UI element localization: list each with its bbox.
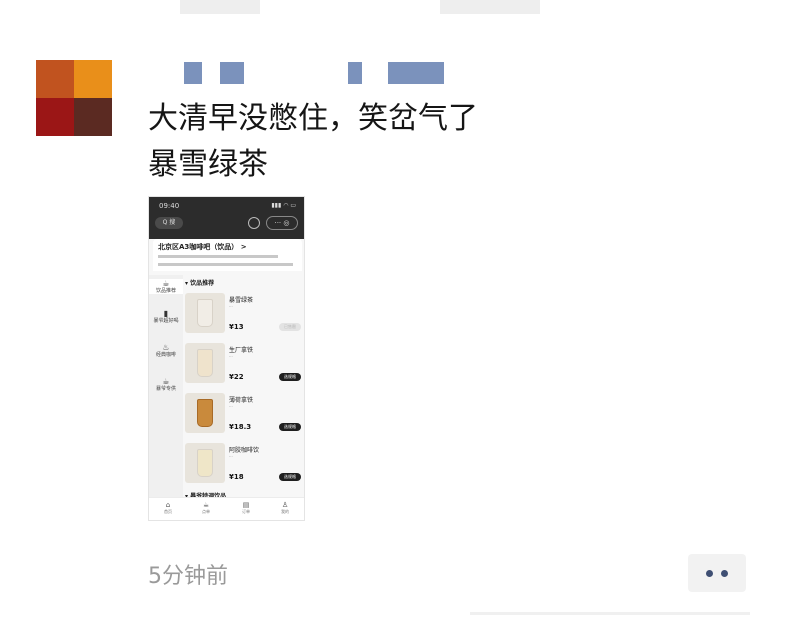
mini-program-capsule: ··· ◎ — [266, 216, 298, 230]
product-price: ¥22 — [229, 373, 244, 381]
category-label: 饮品推荐 — [155, 288, 176, 294]
product-name: 暴雪绿茶 — [229, 297, 254, 304]
nav-order: ☕ 点单 — [196, 501, 216, 515]
section-title: ▾ 饮品推荐 — [185, 280, 215, 287]
cup-icon: ☕ — [162, 279, 170, 288]
more-dot-icon — [706, 570, 713, 577]
product-item: 薄荷拿铁 ··· ¥18.3 选规格 — [185, 393, 303, 439]
product-item: 阿胶咖啡饮 ··· ¥18 选规格 — [185, 443, 303, 489]
store-info-line — [158, 263, 293, 266]
store-info-line — [158, 255, 278, 258]
select-spec-button: 选规格 — [279, 473, 301, 481]
nav-home: ⌂ 首页 — [158, 501, 178, 515]
product-desc: ··· — [229, 304, 233, 309]
product-desc: ··· — [229, 404, 233, 409]
product-image — [185, 343, 225, 383]
select-spec-button: 选规格 — [279, 373, 301, 381]
cup-icon: ☕ — [162, 377, 170, 386]
product-name: 阿胶咖啡饮 — [229, 447, 260, 454]
product-desc: ··· — [229, 454, 233, 459]
nav-label: 点单 — [202, 509, 210, 514]
status-time: 09:40 — [159, 202, 180, 210]
category-item: ☕ 饮品推荐 — [149, 279, 183, 294]
divider — [470, 612, 750, 615]
receipt-icon: ▤ — [242, 501, 250, 509]
app-header: 09:40 ▮▮▮ ◠ ▭ Q 搜 ··· ◎ — [149, 197, 304, 239]
category-item: ☕ 暴爷专供 — [149, 377, 183, 392]
nav-orders: ▤ 订单 — [236, 501, 256, 515]
target-icon — [248, 217, 260, 229]
bottom-nav: ⌂ 首页 ☕ 点单 ▤ 订单 ♙ 我的 — [149, 497, 304, 520]
sold-out-button: 已售罄 — [279, 323, 301, 331]
attached-screenshot[interactable]: 09:40 ▮▮▮ ◠ ▭ Q 搜 ··· ◎ 北京区A3咖啡吧（饮品） > ☕… — [148, 196, 305, 521]
home-icon: ⌂ — [165, 501, 171, 509]
product-price: ¥13 — [229, 323, 244, 331]
product-item: 暴雪绿茶 ··· ¥13 已售罄 — [185, 293, 303, 339]
product-image — [185, 293, 225, 333]
more-actions-button[interactable] — [688, 554, 746, 592]
product-image — [185, 443, 225, 483]
store-name: 北京区A3咖啡吧（饮品） > — [158, 243, 247, 251]
post-line-2: 暴雪绿茶 — [148, 147, 268, 182]
product-desc: ··· — [229, 354, 233, 359]
search-icon: Q 搜 — [155, 217, 183, 229]
more-dot-icon — [721, 570, 728, 577]
nav-label: 订单 — [242, 509, 250, 514]
nav-label: 我的 — [281, 509, 289, 514]
category-item: ♨ 经典咖啡 — [149, 343, 183, 358]
category-label: 暴爷超好喝 — [153, 318, 179, 324]
post-timestamp: 5分钟前 — [148, 564, 228, 589]
coffee-icon: ♨ — [162, 343, 170, 352]
post-line-1: 大清早没憋住，笑岔气了 — [148, 101, 478, 136]
category-label: 经典咖啡 — [155, 352, 176, 358]
category-sidebar: ☕ 饮品推荐 ▮ 暴爷超好喝 ♨ 经典咖啡 ☕ 暴爷专供 — [149, 275, 183, 500]
store-card: 北京区A3咖啡吧（饮品） > — [153, 239, 302, 271]
product-image — [185, 393, 225, 433]
product-name: 薄荷拿铁 — [229, 397, 254, 404]
status-icons: ▮▮▮ ◠ ▭ — [271, 202, 296, 209]
category-item: ▮ 暴爷超好喝 — [149, 309, 183, 324]
nav-profile: ♙ 我的 — [275, 501, 295, 515]
nav-label: 首页 — [164, 509, 172, 514]
user-icon: ♙ — [281, 501, 289, 509]
product-item: 生厂拿铁 ··· ¥22 选规格 — [185, 343, 303, 389]
product-price: ¥18 — [229, 473, 244, 481]
post-text: 大清早没憋住，笑岔气了 暴雪绿茶 — [148, 96, 478, 188]
category-label: 暴爷专供 — [155, 386, 176, 392]
product-name: 生厂拿铁 — [229, 347, 254, 354]
select-spec-button: 选规格 — [279, 423, 301, 431]
product-price: ¥18.3 — [229, 423, 252, 431]
nickname-blurred[interactable] — [148, 62, 448, 84]
avatar[interactable] — [36, 60, 112, 136]
cup-icon: ▮ — [163, 309, 169, 318]
cup-icon: ☕ — [202, 501, 210, 509]
